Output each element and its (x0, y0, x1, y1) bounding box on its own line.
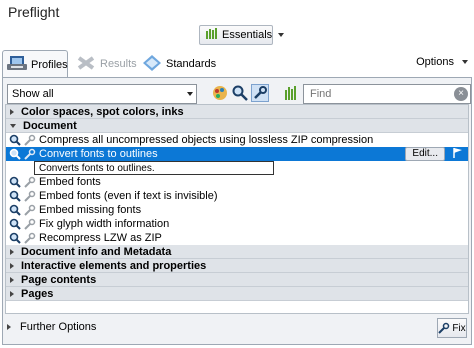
tab-bar: Profiles Results Standards Options (0, 50, 474, 78)
group-document[interactable]: Document (6, 119, 468, 133)
tab-standards[interactable]: Standards (142, 50, 216, 78)
wrench-icon[interactable] (24, 134, 36, 146)
window-title: Preflight (8, 4, 60, 20)
fix-button[interactable]: Fix (437, 318, 467, 338)
edit-button[interactable]: Edit... (405, 147, 445, 161)
expand-triangle-icon (10, 290, 14, 297)
magnifier-icon[interactable] (9, 190, 21, 202)
standards-icon (142, 54, 162, 75)
group-label: Interactive elements and properties (21, 259, 207, 272)
search-input[interactable] (308, 87, 442, 101)
list-item[interactable]: Embed fonts (even if text is invisible) (6, 189, 468, 203)
magnifier-icon[interactable] (9, 232, 21, 244)
group-label: Pages (21, 287, 54, 300)
item-description: Converts fonts to outlines. (34, 161, 274, 175)
magnifier-icon (232, 85, 248, 101)
essentials-dropdown[interactable]: Essentials (199, 25, 285, 45)
item-label: Compress all uncompressed objects using … (39, 134, 374, 146)
item-label: Convert fonts to outlines (39, 148, 158, 160)
item-label: Fix glyph width information (39, 218, 170, 230)
list-item[interactable]: Recompress LZW as ZIP (6, 231, 468, 245)
magnifier-icon[interactable] (9, 134, 21, 146)
wrench-icon[interactable] (24, 204, 36, 216)
wrench-icon[interactable] (24, 176, 36, 188)
tab-standards-label: Standards (166, 58, 217, 70)
wrench-icon[interactable] (24, 148, 36, 160)
search-checks-button[interactable] (231, 84, 249, 102)
tab-results-label: Results (100, 58, 137, 70)
expand-triangle-icon (10, 276, 14, 283)
collapse-triangle-icon (10, 123, 16, 128)
magnifier-icon[interactable] (9, 176, 21, 188)
group-document-info[interactable]: Document info and Metadata (6, 245, 468, 259)
group-color-spaces[interactable]: Color spaces, spot colors, inks (6, 105, 468, 119)
options-menu[interactable]: Options (416, 56, 468, 68)
profile-list: Color spaces, spot colors, inks Document… (5, 104, 469, 314)
filter-select[interactable]: Show all (7, 84, 197, 104)
expand-triangle-icon (10, 248, 14, 255)
filter-value: Show all (12, 88, 54, 100)
chevron-down-icon (187, 92, 193, 96)
fix-label: Fix (452, 322, 466, 334)
tab-profiles-label: Profiles (31, 58, 68, 71)
item-label: Recompress LZW as ZIP (39, 232, 162, 244)
fixups-filter-button[interactable] (251, 84, 269, 102)
item-label: Embed missing fonts (39, 204, 142, 216)
bars-icon (285, 86, 296, 100)
expand-triangle-icon (7, 324, 11, 330)
list-item[interactable]: Embed fonts (6, 175, 468, 189)
magnifier-icon[interactable] (9, 148, 21, 160)
group-label: Document (23, 119, 77, 132)
list-item[interactable]: Fix glyph width information (6, 217, 468, 231)
essentials-icon (206, 28, 218, 42)
search-box: × (303, 84, 471, 104)
list-item[interactable]: Embed missing fonts (6, 203, 468, 217)
wrench-icon (254, 86, 267, 99)
magnifier-icon[interactable] (9, 204, 21, 216)
flag-icon[interactable] (452, 147, 464, 162)
checks-filter-button[interactable] (211, 84, 229, 102)
expand-triangle-icon (10, 108, 14, 115)
chevron-down-icon (278, 33, 285, 37)
palette-icon (213, 86, 227, 100)
tab-profiles[interactable]: Profiles (2, 50, 68, 78)
group-page-contents[interactable]: Page contents (6, 273, 468, 287)
wrench-icon[interactable] (24, 190, 36, 202)
item-label: Embed fonts (even if text is invisible) (39, 190, 218, 202)
group-label: Color spaces, spot colors, inks (21, 105, 184, 118)
clear-search-icon[interactable]: × (454, 87, 468, 101)
further-options-toggle[interactable]: Further Options (7, 321, 96, 333)
profiles-panel: Show all × Color spaces, spot colors, in… (2, 77, 472, 345)
list-item[interactable]: Compress all uncompressed objects using … (6, 133, 468, 147)
profiles-icon (7, 54, 27, 75)
results-icon (76, 54, 96, 75)
expand-triangle-icon (10, 262, 14, 269)
options-label: Options (416, 56, 454, 68)
group-interactive-elements[interactable]: Interactive elements and properties (6, 259, 468, 273)
essentials-label: Essentials (222, 29, 273, 41)
further-options-label: Further Options (20, 321, 97, 333)
wrench-icon (438, 322, 450, 334)
list-item-selected[interactable]: Convert fonts to outlines Edit... (6, 147, 468, 161)
group-pages[interactable]: Pages (6, 287, 468, 301)
group-label: Page contents (21, 273, 97, 286)
wrench-icon[interactable] (24, 232, 36, 244)
chevron-down-icon (462, 60, 468, 64)
wrench-icon[interactable] (24, 218, 36, 230)
item-label: Embed fonts (39, 176, 101, 188)
profiles-filter-button[interactable] (283, 84, 301, 102)
group-label: Document info and Metadata (21, 245, 172, 258)
toolbar: Show all × (5, 84, 471, 106)
magnifier-icon[interactable] (9, 218, 21, 230)
tab-results[interactable]: Results (76, 50, 137, 78)
